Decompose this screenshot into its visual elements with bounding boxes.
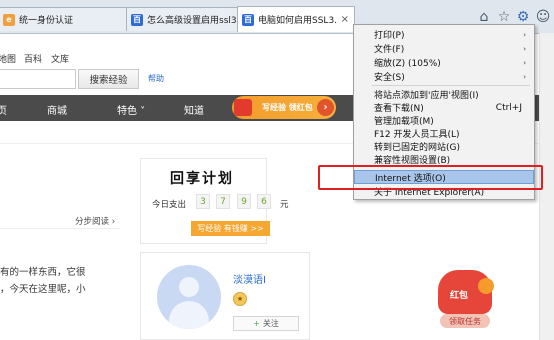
claim-task-label: 领取任务 [440,314,490,328]
red-packet-title: 红包 [450,291,469,301]
menu-item-label: 将站点添加到'应用'视图(I) [374,91,479,101]
follow-button[interactable]: + 关注 [233,316,299,331]
tab-label: 统一身份认证 [19,16,74,26]
menu-item-add-to-apps[interactable]: 将站点添加到'应用'视图(I) [354,88,534,101]
tab-ssl3-settings[interactable]: 百 怎么高级设置启用ssl3... [126,7,238,31]
avatar[interactable] [157,265,221,329]
shortcut-label: Ctrl+J [495,102,522,113]
nav-link-wenku[interactable]: 文库 [51,52,69,65]
article-text-line: 有的一样东西，它很 [0,267,86,278]
spend-digit: 3 [196,194,210,209]
write-earn-button[interactable]: 写经验 有钱赚 >> [191,221,270,236]
spend-unit: 元 [280,200,289,210]
step-read-link[interactable]: 分步阅读 › [75,215,115,227]
menu-item-view-downloads[interactable]: 查看下载(N) Ctrl+J [354,101,534,115]
nav-item-home[interactable]: 页 [0,102,7,117]
promo-write-experience-button[interactable]: 写经验 领红包 › [232,96,336,119]
ie-page-icon: e [3,13,15,26]
baidu-paw-icon: 百 [242,13,254,26]
star-icon[interactable]: ☆ [496,9,512,25]
menu-item-f12-devtools[interactable]: F12 开发人员工具(L) [354,127,534,140]
tab-label: 怎么高级设置启用ssl3... [147,16,237,26]
submenu-arrow-icon: › [523,30,526,39]
nav-link-map[interactable]: 地图 [0,52,16,65]
submenu-arrow-icon: › [523,58,526,67]
submenu-arrow-icon: › [523,44,526,53]
menu-item-file[interactable]: 文件(F) › [354,42,534,56]
promo-label: 写经验 领红包 [262,103,313,112]
menu-item-zoom[interactable]: 缩放(Z) (105%) › [354,56,534,70]
nav-item-mall[interactable]: 商城 [47,102,67,117]
author-name[interactable]: 淡漠语I [233,271,266,286]
tab-label: 电脑如何启用SSL3.... [258,16,337,26]
menu-item-security[interactable]: 安全(S) › [354,70,534,84]
submenu-arrow-icon: › [523,72,526,81]
avatar-shoulders [169,301,209,329]
home-icon[interactable]: ⌂ [476,9,492,25]
help-link[interactable]: 帮助 [148,73,164,84]
avatar-head [179,277,199,297]
search-input[interactable] [0,69,76,89]
search-button[interactable]: 搜索经验 [78,69,139,89]
follow-label: 关注 [262,319,279,328]
menu-item-label: 查看下载(N) [374,104,424,114]
coin-icon [478,278,494,294]
plus-icon: + [253,319,260,328]
gear-icon[interactable]: ⚙ [515,9,531,25]
article-text-line: ，今天在这里呢，小 [0,284,86,295]
nav-item-featured[interactable]: 特色 ˅ [117,102,145,117]
spend-digit: 9 [237,194,251,209]
menu-item-pinned-sites[interactable]: 转到已固定的网站(G) [354,140,534,153]
menu-separator [372,85,530,86]
menu-item-label: 安全(S) [374,73,405,83]
tab-enable-ssl3[interactable]: 百 电脑如何启用SSL3.... × [237,6,355,32]
red-packet-widget[interactable]: 红包 领取任务 [430,270,500,332]
menu-item-print[interactable]: 打印(P) › [354,28,534,42]
menu-item-label: 管理加载项(M) [374,117,434,127]
divider [0,228,120,229]
nav-item-zhidao[interactable]: 知道 [184,102,204,117]
menu-item-label: 打印(P) [374,31,405,41]
smiley-icon[interactable]: ☺ [535,9,551,25]
menu-item-label: 文件(F) [374,45,405,55]
menu-item-label: 转到已固定的网站(G) [374,143,460,153]
tab-close-icon[interactable]: × [341,14,354,25]
tab-unified-auth[interactable]: e 统一身份认证 [0,7,128,31]
spend-digit: 6 [257,194,271,209]
baidu-paw-icon: 百 [131,13,143,26]
spend-digit: 7 [216,194,230,209]
red-envelope-icon [234,99,252,116]
nav-link-baike[interactable]: 百科 [24,52,42,65]
plan-title: 回享计划 [170,171,234,187]
menu-item-manage-addons[interactable]: 管理加载项(M) [354,114,534,127]
spend-label: 今日支出 [152,200,187,210]
level-badge-icon: ★ [233,292,247,306]
arrow-right-icon: › [317,99,334,116]
highlight-annotation-box [318,165,543,190]
menu-item-label: 缩放(Z) (105%) [374,59,441,69]
menu-item-label: F12 开发人员工具(L) [374,130,460,140]
